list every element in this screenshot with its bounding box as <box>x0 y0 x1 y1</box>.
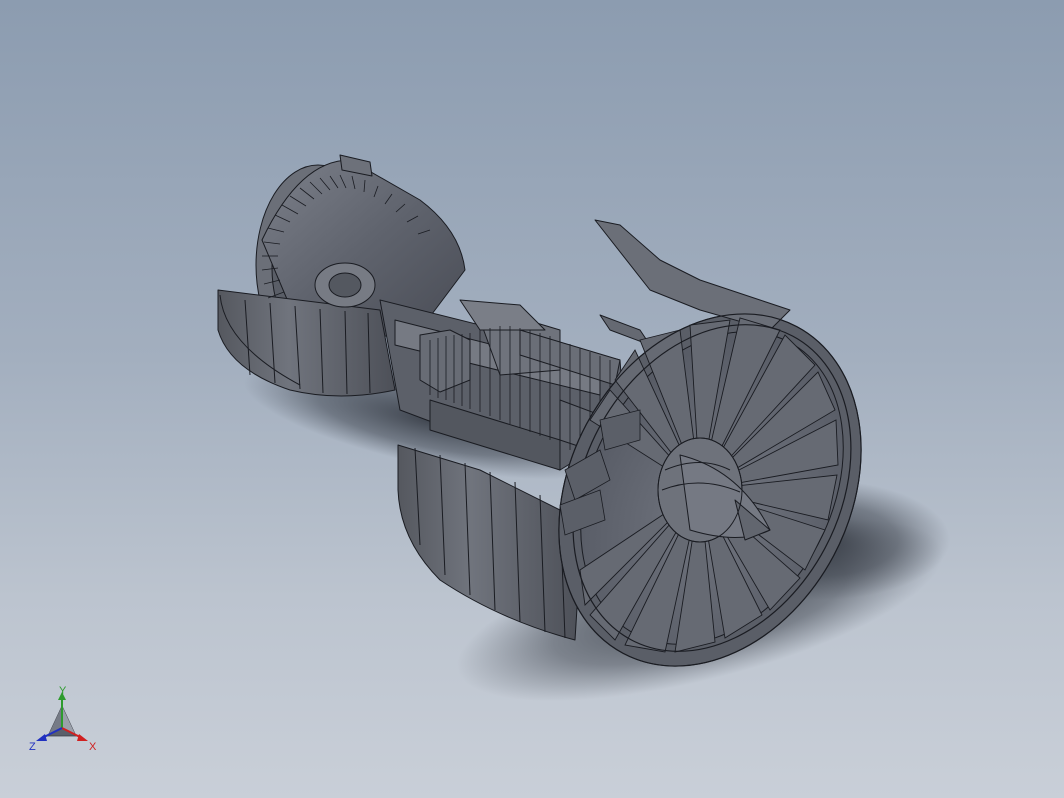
view-orientation-triad[interactable]: Y X Z <box>24 684 104 756</box>
x-axis-label: X <box>89 741 97 753</box>
turbofan-engine-model[interactable] <box>0 0 1064 798</box>
z-axis-label: Z <box>29 741 36 753</box>
graphics-viewport[interactable]: Y X Z <box>0 0 1064 798</box>
y-axis-label: Y <box>59 685 67 697</box>
